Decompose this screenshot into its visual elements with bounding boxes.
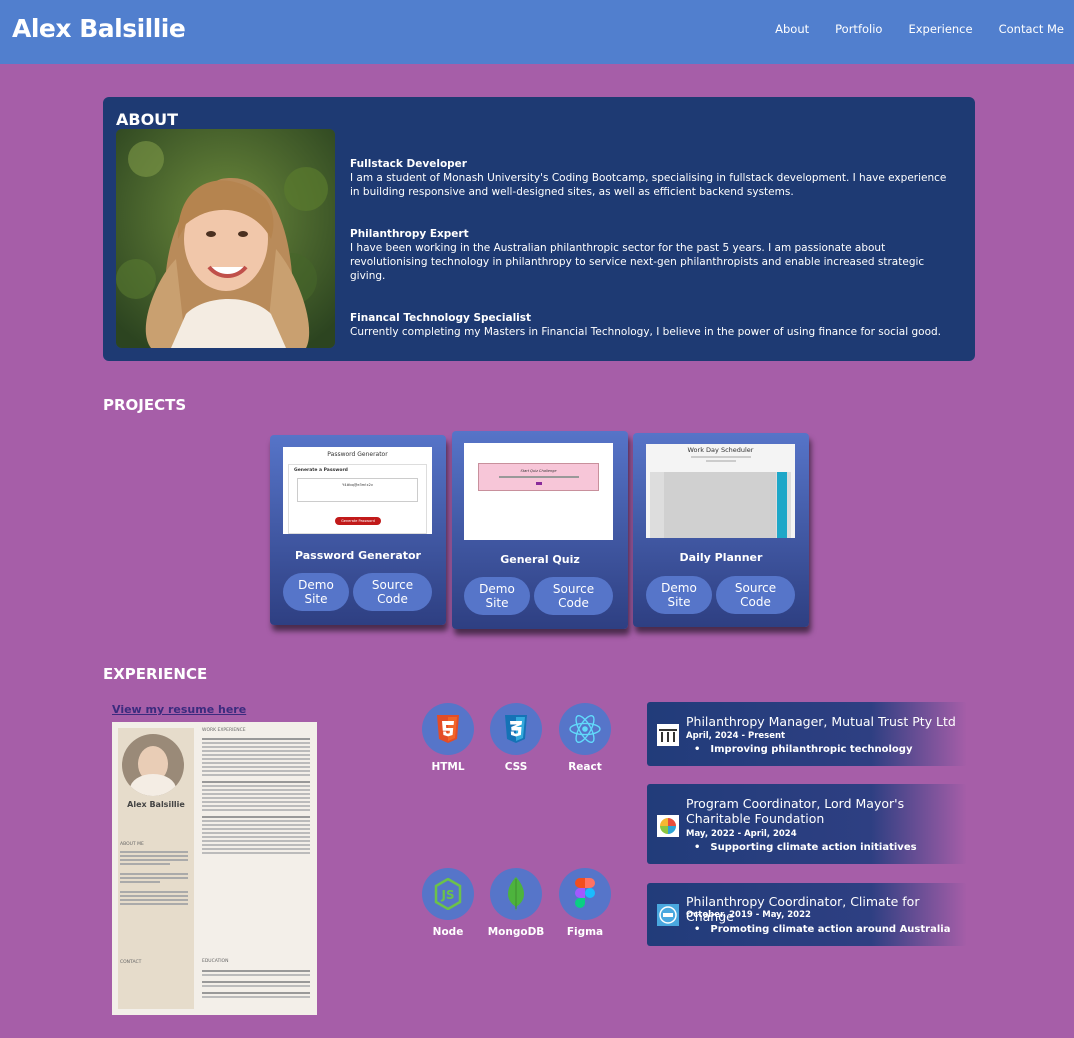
nav-portfolio[interactable]: Portfolio (835, 22, 882, 36)
project-screenshot[interactable]: Start Quiz Challenge (464, 443, 613, 540)
figma-icon (559, 868, 611, 920)
job-card: Program Coordinator, Lord Mayor's Charit… (647, 784, 967, 864)
demo-site-button[interactable]: Demo Site (283, 573, 349, 611)
resume-about-heading: ABOUT ME (120, 842, 144, 847)
skill-label: Node (432, 926, 464, 938)
mongodb-icon (490, 868, 542, 920)
job-dates: May, 2022 - April, 2024 (686, 829, 797, 839)
shot-sub: Generate a Password (294, 468, 348, 473)
about-item: Philanthropy Expert I have been working … (350, 227, 950, 283)
nav-experience[interactable]: Experience (908, 22, 972, 36)
resume-name: Alex Balsillie (127, 800, 185, 809)
demo-site-button[interactable]: Demo Site (646, 576, 712, 614)
skill-react: React (555, 703, 615, 773)
css3-icon (490, 703, 542, 755)
resume-preview[interactable]: Alex Balsillie ABOUT ME CONTACT WORK EXP… (112, 722, 317, 1015)
skill-node: JS Node (418, 868, 478, 938)
skill-label: Figma (566, 926, 604, 938)
skill-mongodb: MongoDB (486, 868, 546, 938)
skill-label: HTML (431, 761, 465, 773)
projects-title: PROJECTS (103, 396, 187, 414)
shot-field: Y4#bq@e3m!x2v (297, 478, 418, 502)
source-code-button[interactable]: Source Code (353, 573, 432, 611)
profile-photo (116, 129, 335, 348)
react-icon (559, 703, 611, 755)
skill-label: React (568, 761, 602, 773)
project-title: Daily Planner (679, 551, 763, 564)
about-item-title: Philanthropy Expert (350, 228, 469, 240)
nav-contact[interactable]: Contact Me (999, 22, 1064, 36)
about-section: ABOUT Fullstack Developer I am a student… (103, 97, 975, 361)
project-card-quiz: Start Quiz Challenge General Quiz Demo S… (452, 431, 628, 629)
skill-html: HTML (418, 703, 478, 773)
about-title: ABOUT (116, 110, 179, 129)
project-card-planner: Work Day Scheduler Daily Planner Demo Si… (633, 433, 809, 627)
project-title: General Quiz (500, 553, 580, 566)
experience-title: EXPERIENCE (103, 665, 208, 683)
job-card: Philanthropy Manager, Mutual Trust Pty L… (647, 702, 967, 766)
shot-heading: Work Day Scheduler (687, 446, 754, 454)
main-nav: About Portfolio Experience Contact Me (749, 22, 1064, 36)
project-screenshot[interactable]: Work Day Scheduler (646, 444, 795, 538)
skill-label: MongoDB (487, 926, 545, 938)
job-title: Philanthropy Manager, Mutual Trust Pty L… (686, 714, 956, 729)
about-item: Fullstack Developer I am a student of Mo… (350, 157, 950, 199)
about-item-text: Currently completing my Masters in Finan… (350, 326, 942, 338)
nodejs-icon: JS (422, 868, 474, 920)
about-item-text: I am a student of Monash University's Co… (350, 172, 947, 198)
project-card-password: Password Generator Generate a Password Y… (270, 435, 446, 625)
resume-education-heading: EDUCATION (202, 959, 229, 964)
shot-heading: Password Generator (327, 451, 388, 458)
demo-site-button[interactable]: Demo Site (464, 577, 530, 615)
skill-figma: Figma (555, 868, 615, 938)
brand-name[interactable]: Alex Balsillie (12, 14, 186, 43)
job-bullet: Supporting climate action initiatives (694, 842, 916, 853)
resume-contact-heading: CONTACT (120, 960, 142, 965)
source-code-button[interactable]: Source Code (534, 577, 613, 615)
job-bullet: Promoting climate action around Australi… (694, 924, 950, 935)
site-header: Alex Balsillie About Portfolio Experienc… (0, 0, 1074, 64)
source-code-button[interactable]: Source Code (716, 576, 795, 614)
job-bullet: Improving philanthropic technology (694, 744, 912, 755)
svg-text:JS: JS (440, 888, 454, 902)
about-item-title: Financal Technology Specialist (350, 312, 532, 324)
job-title: Program Coordinator, Lord Mayor's Charit… (686, 796, 905, 826)
about-item-title: Fullstack Developer (350, 158, 467, 170)
shot-button: Generate Password (335, 517, 381, 525)
resume-work-heading: WORK EXPERIENCE (202, 728, 246, 733)
project-screenshot[interactable]: Password Generator Generate a Password Y… (283, 447, 432, 534)
shot-heading: Start Quiz Challenge (520, 469, 557, 473)
html5-icon (422, 703, 474, 755)
job-dates: October, 2019 - May, 2022 (686, 910, 811, 920)
lord-mayors-foundation-logo (657, 815, 679, 837)
climate-for-change-logo (657, 904, 679, 926)
project-title: Password Generator (294, 549, 421, 562)
about-item-text: I have been working in the Australian ph… (350, 242, 925, 282)
resume-link[interactable]: View my resume here (112, 703, 246, 716)
about-item: Financal Technology Specialist Currently… (350, 311, 950, 339)
job-card: Philanthropy Coordinator, Climate for Ch… (647, 883, 967, 946)
mutual-trust-logo (657, 724, 679, 746)
job-dates: April, 2024 - Present (686, 731, 786, 741)
about-text: Fullstack Developer I am a student of Mo… (350, 157, 950, 367)
skill-label: CSS (504, 761, 528, 773)
nav-about[interactable]: About (775, 22, 809, 36)
skill-css: CSS (486, 703, 546, 773)
